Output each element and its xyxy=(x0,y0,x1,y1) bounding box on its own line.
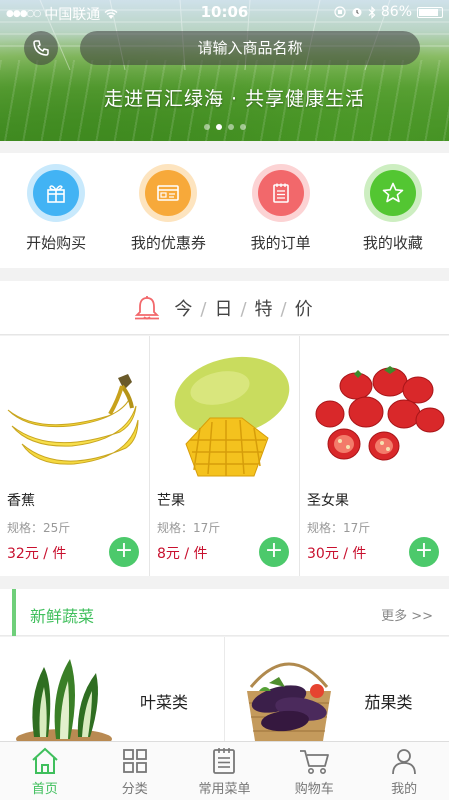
quick-nav-icon-ring xyxy=(27,164,86,222)
tab-label: 首页 xyxy=(31,782,58,797)
gift-icon xyxy=(33,170,80,216)
product-name: 香蕉 xyxy=(7,493,35,509)
product-spec: 规格：17斤 xyxy=(157,521,221,535)
veg-category-label: 叶菜类 xyxy=(140,693,189,712)
today-title-separator: / xyxy=(200,298,209,320)
app-root: ●●●○○ 中国联通 10:06 86% 走进百汇绿海 · 共享健康生活 xyxy=(0,0,449,800)
phone-button[interactable] xyxy=(24,31,58,65)
alarm-icon xyxy=(352,8,362,17)
bluetooth-icon xyxy=(368,5,376,19)
today-title-separator: / xyxy=(280,298,289,320)
tab-home[interactable]: 首页 xyxy=(0,742,90,800)
star-icon xyxy=(369,170,416,216)
today-title-char: 日 xyxy=(214,298,235,320)
tab-common-menu[interactable]: 常用菜单 xyxy=(180,742,270,800)
quick-nav-orders[interactable]: 我的订单 xyxy=(225,153,337,268)
quick-nav-label: 开始购买 xyxy=(26,234,87,252)
hero-banner[interactable]: ●●●○○ 中国联通 10:06 86% 走进百汇绿海 · 共享健康生活 xyxy=(0,0,449,141)
status-right: 86% xyxy=(334,4,443,20)
bell-icon xyxy=(135,295,160,319)
today-specials-header: 今 / 日 / 特 / 价 xyxy=(0,281,449,335)
tab-label: 常用菜单 xyxy=(198,782,251,797)
battery-percent: 86% xyxy=(380,4,412,20)
orientation-lock-icon xyxy=(334,6,346,18)
product-spec: 规格：17斤 xyxy=(307,521,371,535)
cart-icon xyxy=(300,750,330,774)
plus-icon: + xyxy=(114,538,134,563)
product-card-banana[interactable]: 香蕉 规格：25斤 32元 / 件 + xyxy=(0,336,150,576)
product-price: 30元 / 件 xyxy=(307,546,367,562)
veg-category-leafy[interactable]: 叶菜类 xyxy=(0,637,225,741)
quick-nav-coupons[interactable]: 我的优惠券 xyxy=(112,153,224,268)
search-input[interactable] xyxy=(80,31,420,65)
carousel-dot[interactable] xyxy=(203,124,210,130)
quick-nav-label: 我的订单 xyxy=(250,234,311,252)
order-list-icon xyxy=(257,170,304,216)
coupon-icon xyxy=(145,170,192,216)
tab-category[interactable]: 分类 xyxy=(90,742,180,800)
grid-icon xyxy=(122,749,147,773)
today-title-char: 特 xyxy=(254,298,275,320)
carousel-dot-active[interactable] xyxy=(215,124,222,130)
plus-icon: + xyxy=(264,538,284,563)
carousel-dot[interactable] xyxy=(239,124,246,130)
product-price: 8元 / 件 xyxy=(157,546,208,562)
quick-nav-icon-ring xyxy=(363,164,422,222)
tab-profile[interactable]: 我的 xyxy=(359,742,449,800)
plus-icon: + xyxy=(414,538,434,563)
quick-nav-icon-ring xyxy=(139,164,198,222)
cherry-tomato-image xyxy=(315,366,445,461)
product-name: 芒果 xyxy=(157,493,185,509)
product-price: 32元 / 件 xyxy=(7,546,67,562)
quick-nav-favorites[interactable]: 我的收藏 xyxy=(337,153,449,268)
section-accent-bar xyxy=(12,589,16,636)
home-icon xyxy=(32,747,58,774)
menu-list-icon xyxy=(213,748,236,774)
eggplant-basket-image xyxy=(246,662,331,741)
veg-category-label: 茄果类 xyxy=(364,693,413,712)
product-card-mango[interactable]: 芒果 规格：17斤 8元 / 件 + xyxy=(150,336,300,576)
fresh-veg-categories: 叶菜类 茄果类 xyxy=(0,637,449,741)
veg-category-solanaceous[interactable]: 茄果类 xyxy=(225,637,449,741)
quick-nav-label: 我的优惠券 xyxy=(130,234,206,252)
add-to-cart-button[interactable]: + xyxy=(109,537,139,567)
bok-choy-image xyxy=(16,659,112,741)
today-title-char: 今 xyxy=(174,298,195,320)
today-title-char: 价 xyxy=(294,298,315,320)
tab-cart[interactable]: 购物车 xyxy=(269,742,359,800)
today-specials-title: 今 / 日 / 特 / 价 xyxy=(174,295,314,321)
mango-image xyxy=(174,356,290,477)
add-to-cart-button[interactable]: + xyxy=(259,537,289,567)
phone-icon xyxy=(33,40,49,56)
battery-icon xyxy=(417,6,443,18)
today-specials-list: 香蕉 规格：25斤 32元 / 件 + 芒果 规格：17斤 8元 / 件 + 圣… xyxy=(0,336,449,576)
today-title-separator: / xyxy=(240,298,249,320)
tab-label: 我的 xyxy=(391,782,418,797)
user-icon xyxy=(392,749,416,775)
quick-nav-icon-ring xyxy=(251,164,310,222)
product-card-cherry-tomato[interactable]: 圣女果 规格：17斤 30元 / 件 + xyxy=(300,336,449,576)
search-box[interactable] xyxy=(80,31,420,65)
quick-nav-start-shopping[interactable]: 开始购买 xyxy=(0,153,112,268)
tab-label: 购物车 xyxy=(294,782,334,797)
quick-nav-label: 我的收藏 xyxy=(362,234,423,252)
tab-label: 分类 xyxy=(121,782,148,797)
add-to-cart-button[interactable]: + xyxy=(409,537,439,567)
product-spec: 规格：25斤 xyxy=(7,521,71,535)
status-bar: ●●●○○ 中国联通 10:06 86% xyxy=(0,0,449,24)
carousel-dots[interactable] xyxy=(0,124,449,130)
product-name: 圣女果 xyxy=(307,493,349,509)
fresh-veg-header: 新鲜蔬菜 更多 >> xyxy=(0,589,449,636)
carousel-dot[interactable] xyxy=(227,124,234,130)
section-title: 新鲜蔬菜 xyxy=(30,607,95,626)
more-link[interactable]: 更多 >> xyxy=(381,605,433,624)
bottom-tab-bar: 首页 分类 常用菜单 购物车 我的 xyxy=(0,741,449,800)
banana-image xyxy=(7,374,139,465)
banner-slogan: 走进百汇绿海 · 共享健康生活 xyxy=(103,88,366,110)
quick-nav: 开始购买 我的优惠券 我的订单 我的收藏 xyxy=(0,153,449,268)
